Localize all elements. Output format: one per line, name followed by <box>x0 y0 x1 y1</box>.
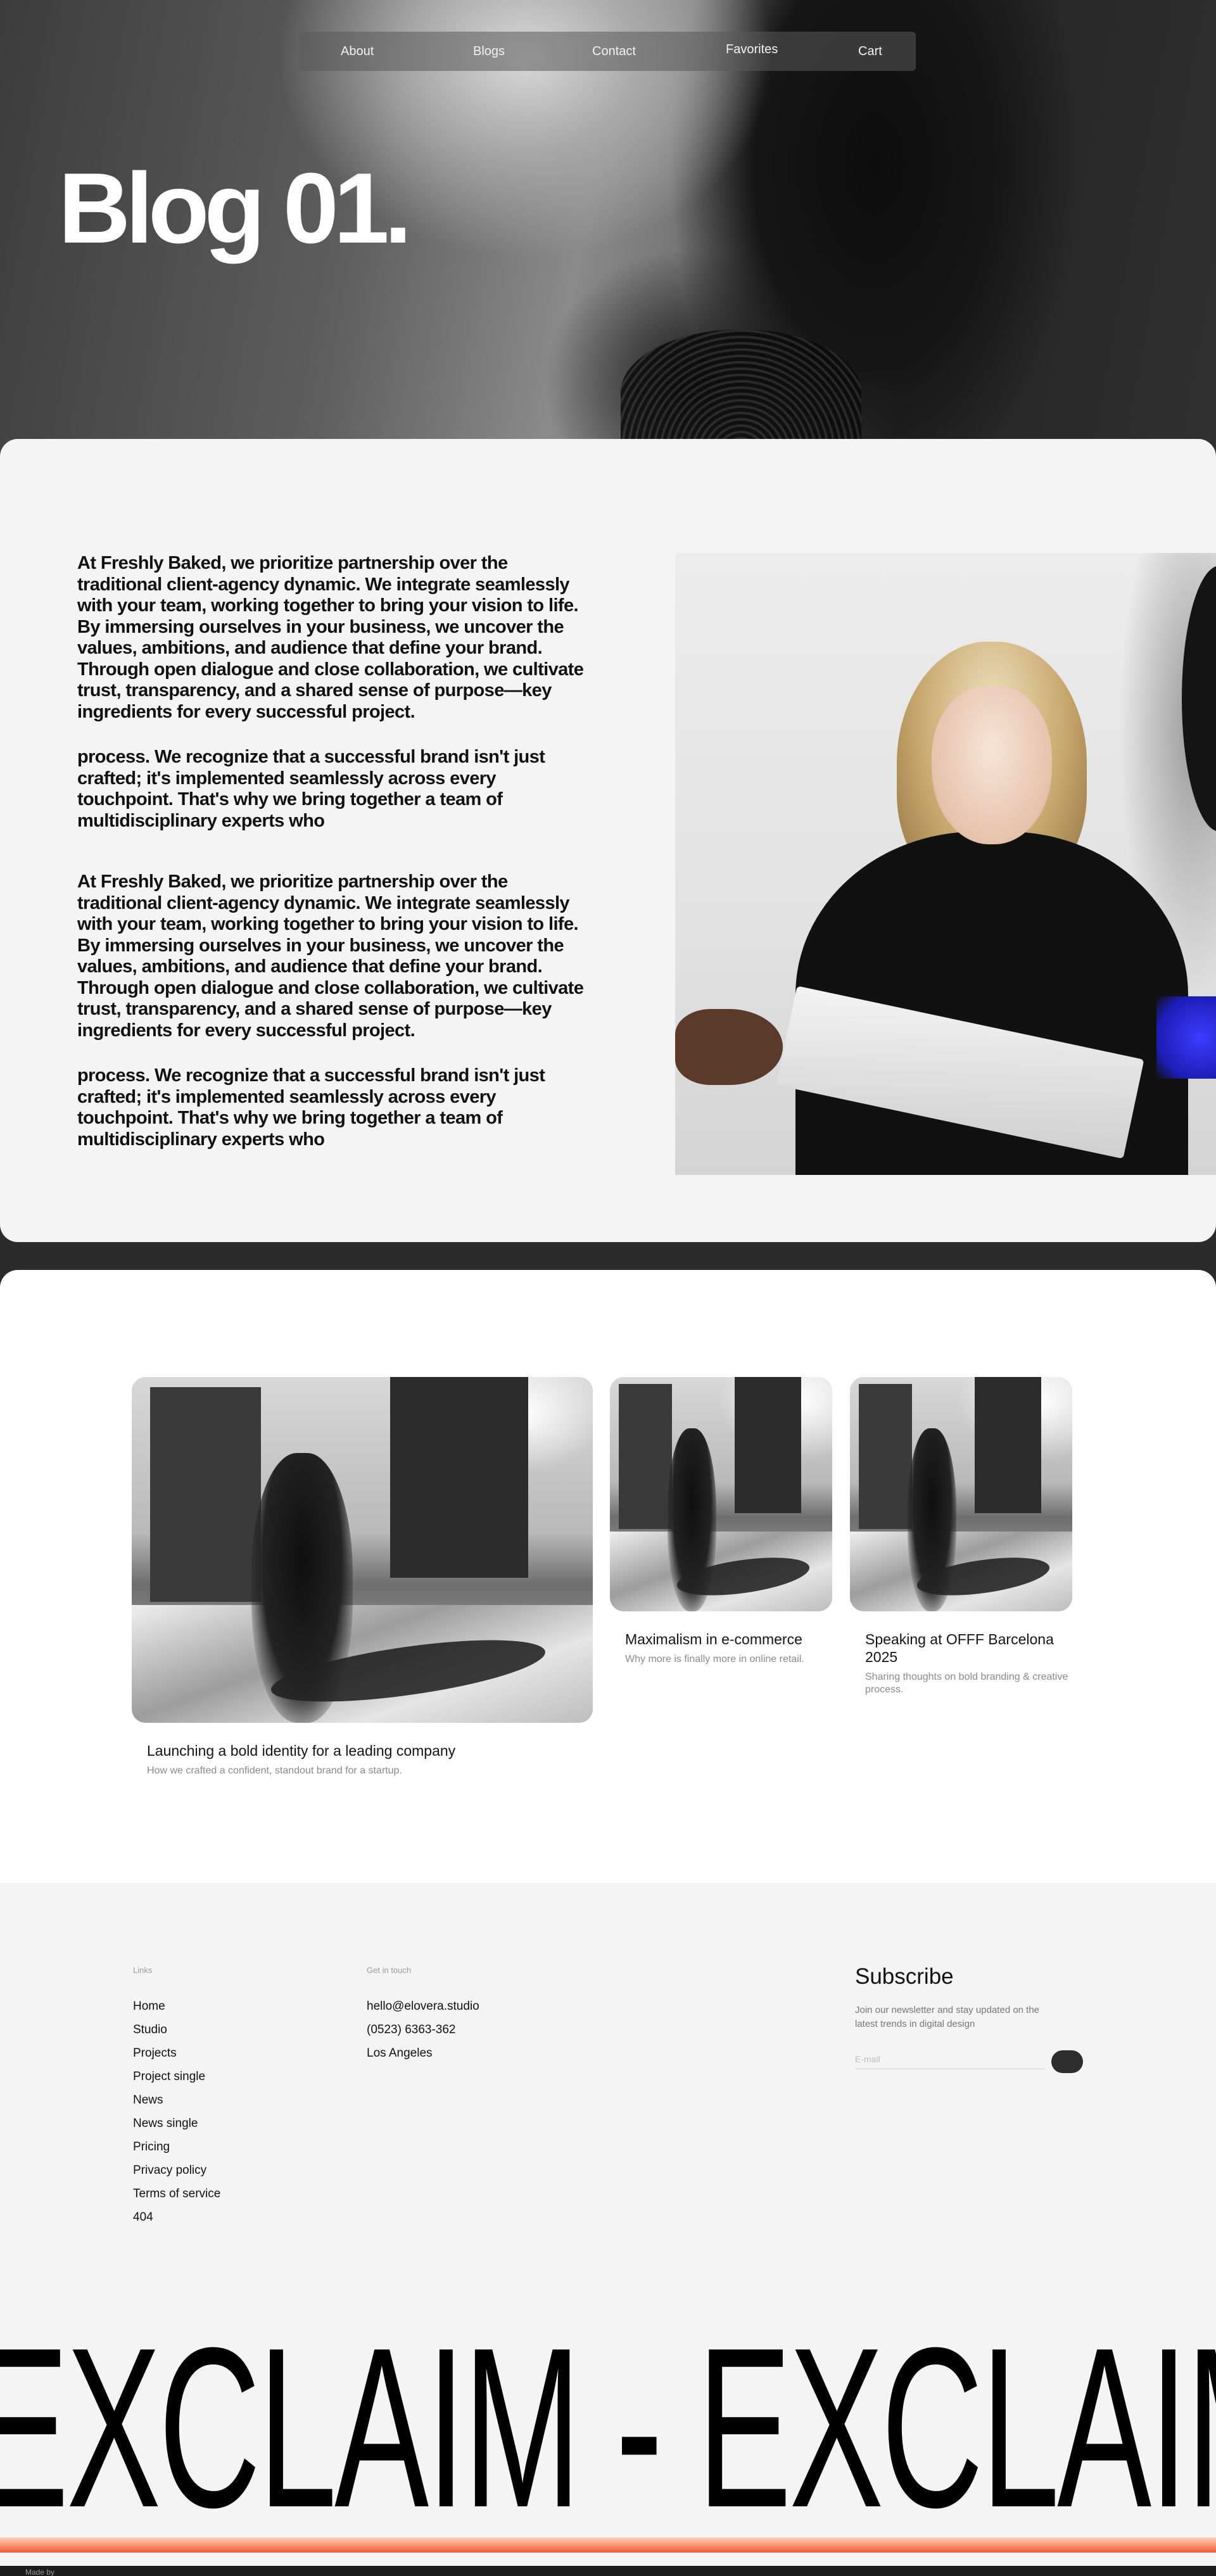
footer-link-projects[interactable]: Projects <box>133 2041 220 2065</box>
contact-phone[interactable]: (0523) 6363-362 <box>367 2018 479 2041</box>
post-card-title[interactable]: Maximalism in e-commerce <box>610 1630 832 1648</box>
article-paragraph: At Freshly Baked, we prioritize partners… <box>77 872 584 1041</box>
footer-link-home[interactable]: Home <box>133 1995 220 2018</box>
post-card-title[interactable]: Launching a bold identity for a leading … <box>132 1742 593 1760</box>
contact-location: Los Angeles <box>367 2046 433 2060</box>
nav-favorites[interactable]: Favorites <box>726 42 778 57</box>
footer-link-studio[interactable]: Studio <box>133 2018 220 2041</box>
image-detail <box>150 1387 261 1602</box>
post-card-description: Why more is finally more in online retai… <box>625 1654 804 1665</box>
nav-about[interactable]: About <box>341 44 374 59</box>
related-posts-section: Launching a bold identity for a leading … <box>0 1270 1216 1883</box>
article-section: At Freshly Baked, we prioritize partners… <box>0 439 1216 1242</box>
post-card-description: Sharing thoughts on bold branding & crea… <box>865 1672 1068 1695</box>
article-photo <box>675 553 1216 1175</box>
links-label: Links <box>133 1965 153 1975</box>
post-card-title[interactable]: Speaking at OFFF Barcelona 2025 <box>850 1630 1072 1666</box>
nav-contact[interactable]: Contact <box>592 44 636 59</box>
photo-detail <box>932 686 1052 844</box>
footer-link-pricing[interactable]: Pricing <box>133 2135 220 2159</box>
post-card-image[interactable] <box>850 1377 1072 1611</box>
article-paragraph: process. We recognize that a successful … <box>77 1065 545 1150</box>
brand-wordmark: EXCLAIM - EXCLAIM <box>0 2300 1216 2555</box>
image-detail <box>251 1453 353 1723</box>
contact-info: hello@elovera.studio (0523) 6363-362 Los… <box>367 1995 479 2065</box>
subscribe-text: Join our newsletter and stay updated on … <box>855 2005 1040 2029</box>
email-field[interactable] <box>855 2049 1045 2069</box>
post-card-image[interactable] <box>610 1377 832 1611</box>
article-paragraph: At Freshly Baked, we prioritize partners… <box>77 553 584 722</box>
image-detail <box>668 1428 717 1611</box>
post-card[interactable]: Speaking at OFFF Barcelona 2025 Sharing … <box>850 1377 1072 1696</box>
top-nav: About Blogs Contact Favorites Cart <box>299 32 916 71</box>
post-card[interactable]: Maximalism in e-commerce Why more is fin… <box>610 1377 832 1666</box>
image-detail <box>908 1428 957 1611</box>
post-card[interactable]: Launching a bold identity for a leading … <box>132 1377 593 1777</box>
page-title: Blog 01. <box>58 153 412 264</box>
image-detail <box>734 1377 801 1513</box>
footer-link-privacy-policy[interactable]: Privacy policy <box>133 2159 220 2182</box>
hero-image-detail <box>621 329 861 456</box>
footer-links: Home Studio Projects Project single News… <box>133 1995 220 2229</box>
photo-detail <box>1156 996 1216 1079</box>
subscribe-title: Subscribe <box>855 1964 954 1989</box>
decorative-stripes <box>0 2537 1216 2553</box>
footer-link-404[interactable]: 404 <box>133 2205 220 2229</box>
contact-label: Get in touch <box>367 1965 412 1975</box>
footer-link-news[interactable]: News <box>133 2088 220 2112</box>
post-card-image[interactable] <box>132 1377 593 1723</box>
image-detail <box>974 1377 1041 1513</box>
image-detail <box>390 1377 529 1578</box>
footer-link-terms[interactable]: Terms of service <box>133 2182 220 2205</box>
subscribe-button[interactable] <box>1051 2050 1083 2073</box>
post-card-description: How we crafted a confident, standout bra… <box>147 1765 402 1776</box>
bottom-bar <box>0 2566 1216 2576</box>
photo-detail <box>675 1009 783 1085</box>
footer: Links Home Studio Projects Project singl… <box>0 1883 1216 2576</box>
nav-cart[interactable]: Cart <box>858 44 882 59</box>
hero-section: About Blogs Contact Favorites Cart Blog … <box>0 0 1216 456</box>
image-detail <box>859 1384 913 1530</box>
footer-link-project-single[interactable]: Project single <box>133 2065 220 2088</box>
article-paragraph: process. We recognize that a successful … <box>77 747 545 831</box>
image-detail <box>619 1384 673 1530</box>
made-by-text: Made by <box>25 2568 55 2576</box>
contact-email[interactable]: hello@elovera.studio <box>367 1995 479 2018</box>
footer-link-news-single[interactable]: News single <box>133 2112 220 2135</box>
nav-blogs[interactable]: Blogs <box>473 44 505 59</box>
